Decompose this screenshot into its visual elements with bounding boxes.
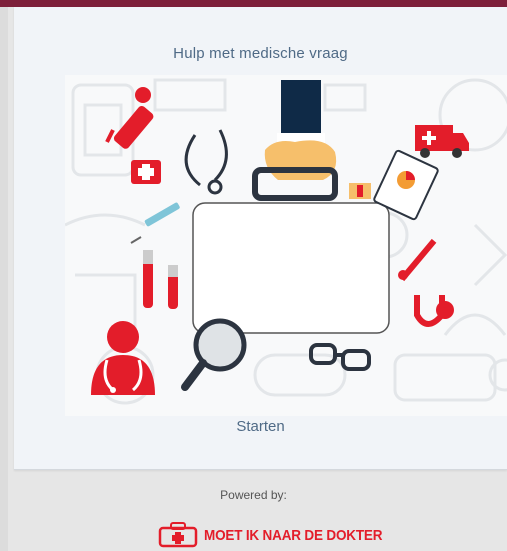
start-button[interactable]: Starten xyxy=(14,418,507,435)
glasses-icon xyxy=(309,343,371,371)
stethoscope-icon-top xyxy=(184,129,228,195)
ambulance-icon xyxy=(415,125,469,158)
powered-by-label: Powered by: xyxy=(220,488,287,502)
small-kit-icon xyxy=(349,183,371,199)
first-aid-box-icon xyxy=(131,160,161,184)
medical-help-card: Hulp met medische vraag Starten xyxy=(14,7,507,470)
stethoscope-icon-red xyxy=(414,295,454,327)
brand-logo-link[interactable]: MOET IK NAAR DE DOKTER xyxy=(158,521,402,549)
magnifier-icon xyxy=(181,318,247,391)
brand-name: MOET IK NAAR DE DOKTER xyxy=(204,526,383,544)
card-title: Hulp met medische vraag xyxy=(173,45,348,62)
medical-kit-illustration xyxy=(65,75,507,416)
medical-kit-logo-icon xyxy=(158,522,198,548)
dropper-icon xyxy=(105,87,154,149)
test-tubes-icon xyxy=(143,250,178,309)
top-accent-bar xyxy=(0,0,507,7)
left-page-strip xyxy=(0,7,8,551)
